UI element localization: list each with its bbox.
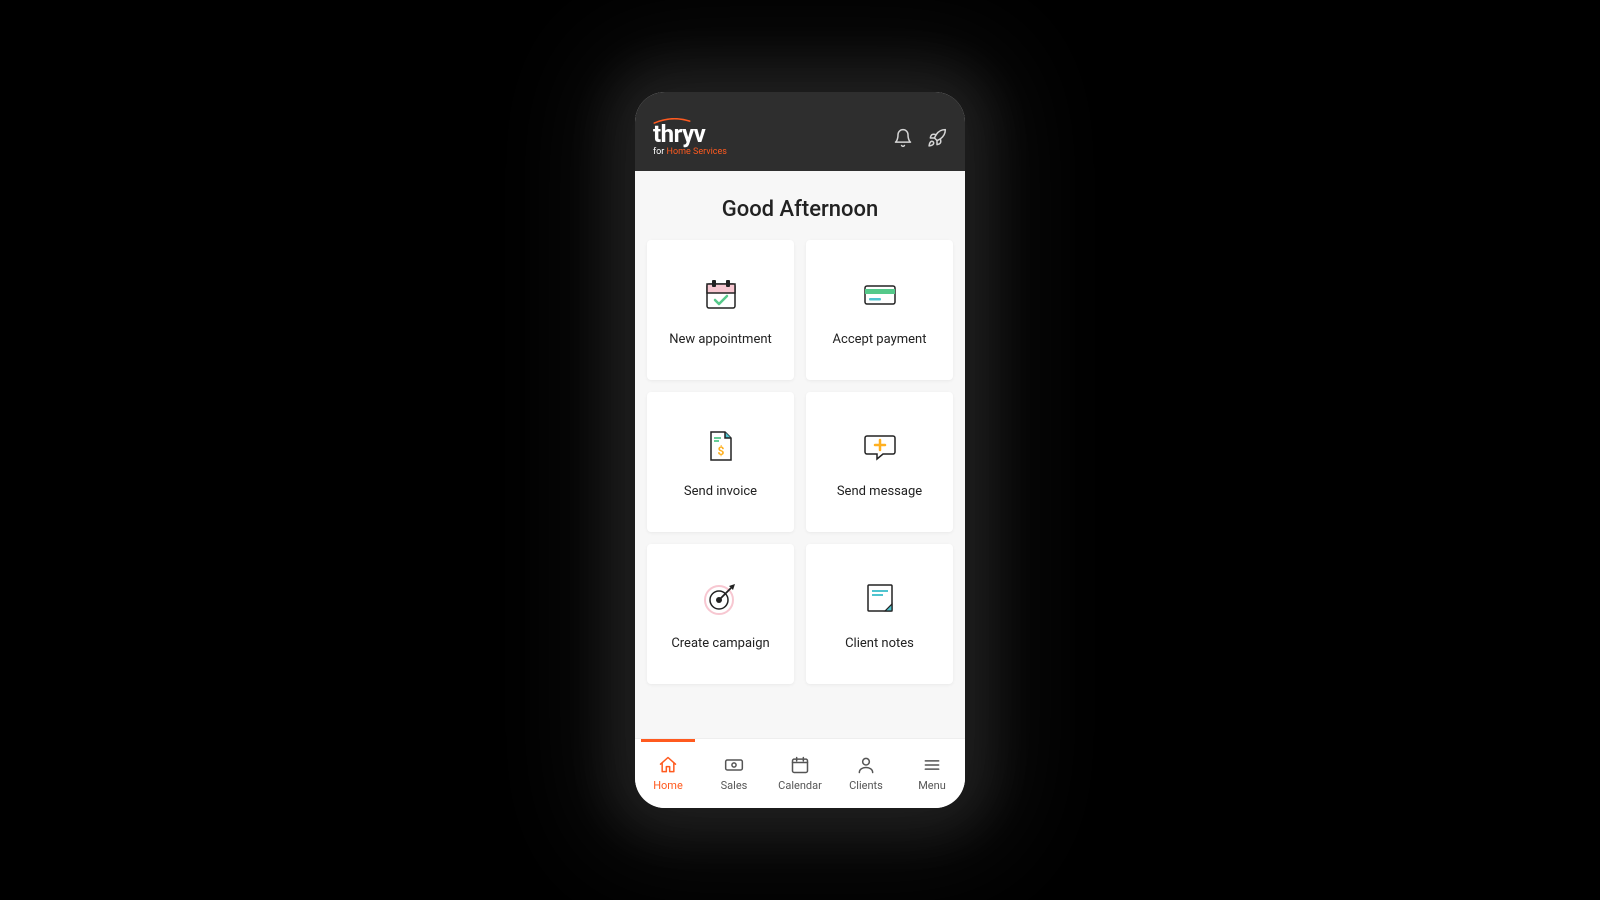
nav-label: Home [653, 779, 683, 792]
nav-label: Clients [849, 779, 883, 792]
tile-client-notes[interactable]: Client notes [806, 544, 953, 684]
target-icon [701, 578, 741, 618]
nav-sales[interactable]: Sales [701, 739, 767, 808]
notes-icon [860, 578, 900, 618]
brand-word: thryv [653, 122, 727, 146]
credit-card-icon [860, 274, 900, 314]
tile-create-campaign[interactable]: Create campaign [647, 544, 794, 684]
calendar-check-icon [701, 274, 741, 314]
tile-send-message[interactable]: Send message [806, 392, 953, 532]
nav-label: Calendar [778, 779, 822, 792]
brand-logo: thryv for Home Services [653, 118, 727, 157]
tile-send-invoice[interactable]: $ Send invoice [647, 392, 794, 532]
tile-label: Client notes [845, 636, 914, 651]
brand-subtitle: for Home Services [653, 148, 727, 157]
invoice-icon: $ [701, 426, 741, 466]
notifications-icon[interactable] [893, 128, 913, 148]
calendar-icon [790, 755, 810, 775]
phone-frame: thryv for Home Services [635, 92, 965, 808]
nav-clients[interactable]: Clients [833, 739, 899, 808]
svg-text:$: $ [717, 444, 724, 458]
home-content: Good Afternoon New appointment [635, 171, 965, 738]
greeting-text: Good Afternoon [647, 197, 953, 222]
nav-label: Sales [721, 779, 748, 792]
header-actions [893, 128, 947, 148]
tile-label: Create campaign [671, 636, 769, 651]
message-plus-icon [860, 426, 900, 466]
nav-home[interactable]: Home [635, 739, 701, 808]
app-header: thryv for Home Services [635, 92, 965, 171]
quick-actions-grid: New appointment Accept payment [647, 240, 953, 684]
nav-calendar[interactable]: Calendar [767, 739, 833, 808]
nav-menu[interactable]: Menu [899, 739, 965, 808]
tile-new-appointment[interactable]: New appointment [647, 240, 794, 380]
money-icon [724, 755, 744, 775]
tile-label: New appointment [669, 332, 772, 347]
tile-label: Send message [837, 484, 922, 499]
hamburger-icon [922, 755, 942, 775]
bottom-nav: Home Sales Calendar Clients Menu [635, 738, 965, 808]
nav-label: Menu [918, 779, 946, 792]
tile-label: Accept payment [833, 332, 927, 347]
tile-accept-payment[interactable]: Accept payment [806, 240, 953, 380]
user-icon [856, 755, 876, 775]
rocket-icon[interactable] [927, 128, 947, 148]
tile-label: Send invoice [684, 484, 757, 499]
home-icon [658, 755, 678, 775]
